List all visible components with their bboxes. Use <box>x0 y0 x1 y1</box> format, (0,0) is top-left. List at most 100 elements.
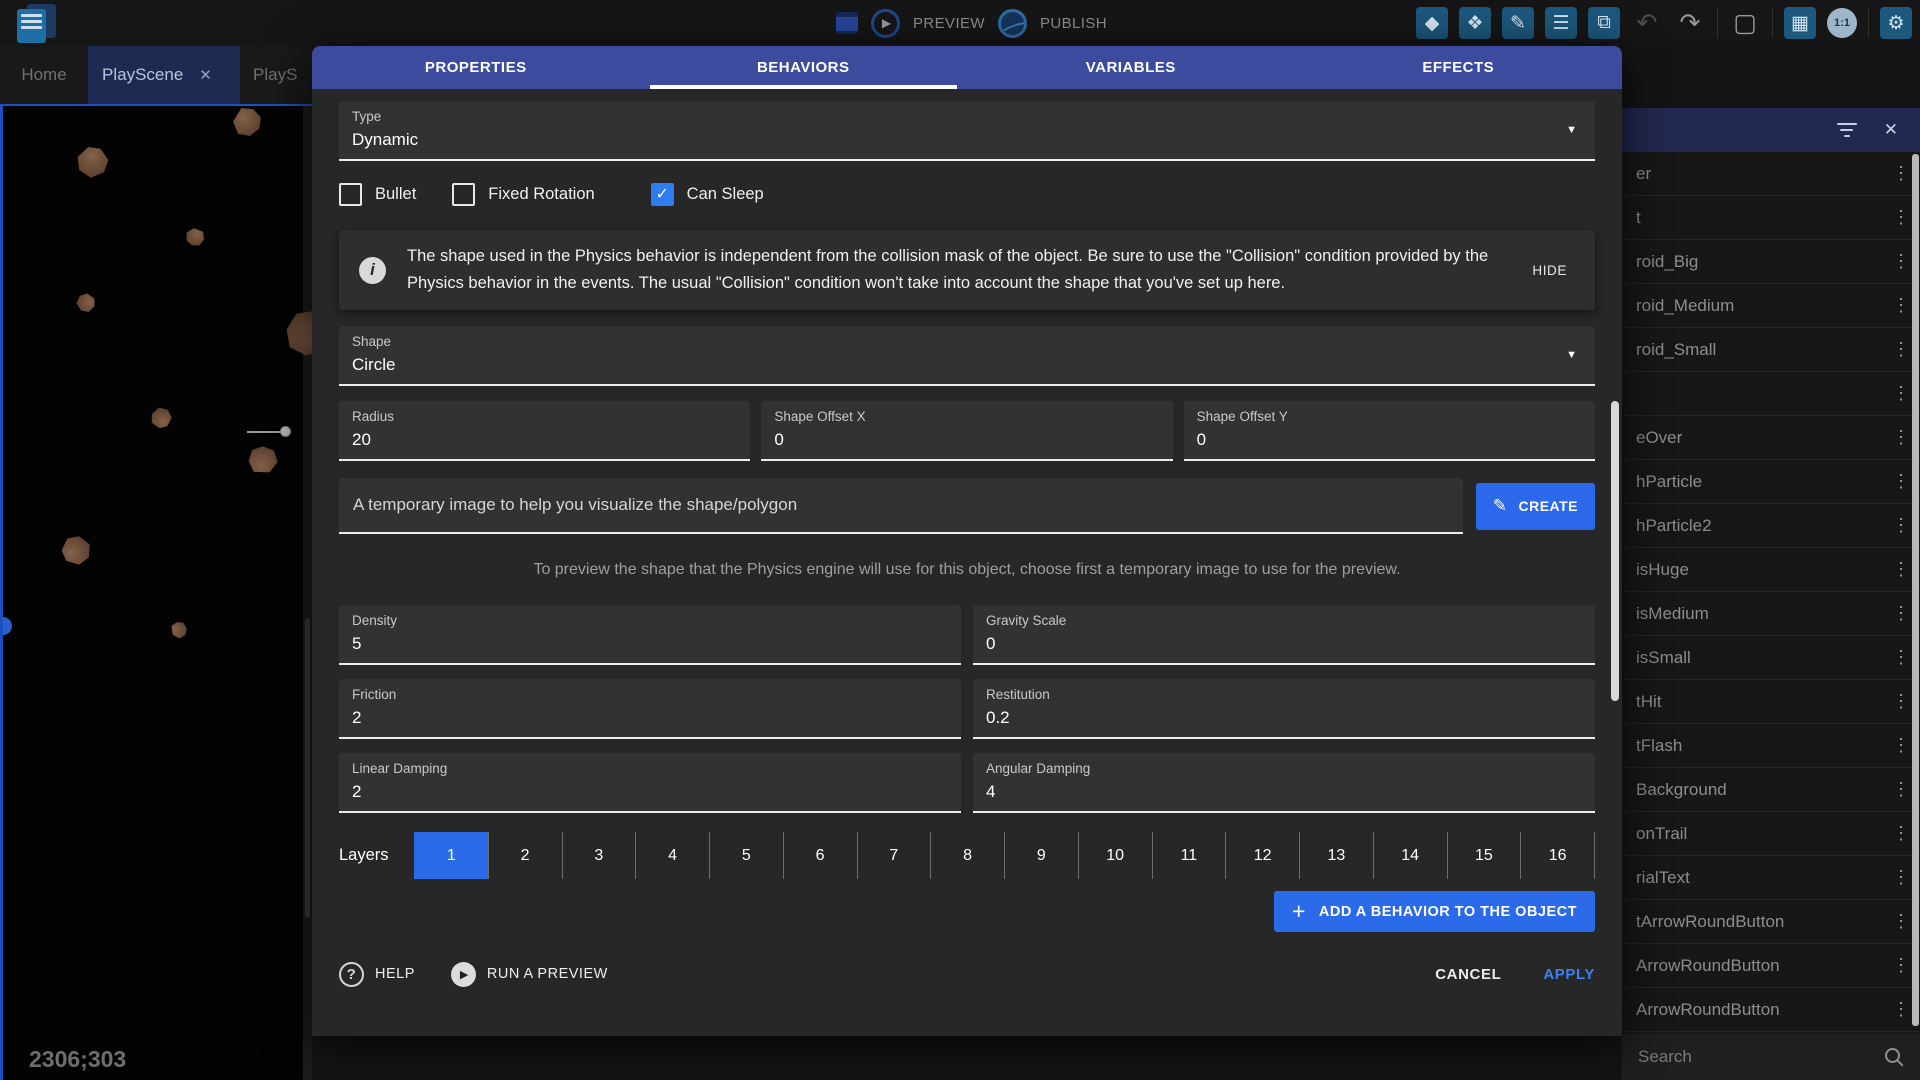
search-input[interactable] <box>1638 1047 1875 1067</box>
field-shape-offset-x[interactable]: Shape Offset X0 <box>761 401 1172 461</box>
layer-cell-14[interactable]: 14 <box>1373 832 1447 879</box>
object-list-item[interactable]: roid_Big⋮ <box>1622 240 1920 284</box>
layer-cell-2[interactable]: 2 <box>488 832 562 879</box>
menu-dots-icon[interactable]: ⋮ <box>1890 559 1912 580</box>
object-list-item[interactable]: isHuge⋮ <box>1622 548 1920 592</box>
shape-dropdown[interactable]: Shape Circle ▼ <box>339 326 1595 386</box>
object-list-item[interactable]: tHit⋮ <box>1622 680 1920 724</box>
asteroid-object[interactable] <box>148 405 174 431</box>
canvas-scrollbar-thumb[interactable] <box>305 618 310 918</box>
layer-cell-3[interactable]: 3 <box>562 832 636 879</box>
menu-dots-icon[interactable]: ⋮ <box>1890 295 1912 316</box>
layer-cell-9[interactable]: 9 <box>1004 832 1078 879</box>
object-list-item[interactable]: tFlash⋮ <box>1622 724 1920 768</box>
panel-scrollbar-thumb[interactable] <box>1912 154 1919 1026</box>
type-dropdown[interactable]: Type Dynamic ▼ <box>339 101 1595 161</box>
object-list-item[interactable]: isSmall⋮ <box>1622 636 1920 680</box>
field-density[interactable]: Density5 <box>339 605 961 665</box>
object-list-item[interactable]: roid_Medium⋮ <box>1622 284 1920 328</box>
dialog-tab-variables[interactable]: VARIABLES <box>967 46 1295 89</box>
dialog-scrollbar-thumb[interactable] <box>1611 401 1619 701</box>
menu-dots-icon[interactable]: ⋮ <box>1890 471 1912 492</box>
create-button[interactable]: ✎ CREATE <box>1476 483 1595 530</box>
temp-image-input[interactable] <box>339 478 1463 534</box>
object-list-item[interactable]: onTrail⋮ <box>1622 812 1920 856</box>
close-icon[interactable]: ✕ <box>1884 120 1898 140</box>
apply-button[interactable]: APPLY <box>1543 966 1595 983</box>
asteroid-object[interactable] <box>244 441 282 479</box>
field-angular-damping[interactable]: Angular Damping4 <box>973 753 1595 813</box>
layer-cell-8[interactable]: 8 <box>930 832 1004 879</box>
menu-dots-icon[interactable]: ⋮ <box>1890 911 1912 932</box>
menu-dots-icon[interactable]: ⋮ <box>1890 163 1912 184</box>
filter-icon[interactable] <box>1837 123 1857 137</box>
asteroid-object[interactable] <box>233 108 261 136</box>
scene-canvas[interactable]: 2306;303 <box>0 104 312 1080</box>
object-list-item[interactable]: eOver⋮ <box>1622 416 1920 460</box>
menu-dots-icon[interactable]: ⋮ <box>1890 207 1912 228</box>
object-list-item[interactable]: ArrowRoundButton⋮ <box>1622 944 1920 988</box>
object-list-item[interactable]: tArrowRoundButton⋮ <box>1622 900 1920 944</box>
object-list-item[interactable]: roid_Small⋮ <box>1622 328 1920 372</box>
menu-dots-icon[interactable]: ⋮ <box>1890 427 1912 448</box>
object-list-item[interactable]: t⋮ <box>1622 196 1920 240</box>
layer-cell-16[interactable]: 16 <box>1520 832 1595 879</box>
checkbox-fixed-rotation[interactable]: Fixed Rotation <box>452 183 594 206</box>
object-list-item[interactable]: er⋮ <box>1622 152 1920 196</box>
project-manager-icon[interactable] <box>14 3 60 45</box>
layer-cell-1[interactable]: 1 <box>414 832 488 879</box>
field-restitution[interactable]: Restitution0.2 <box>973 679 1595 739</box>
layer-cell-10[interactable]: 10 <box>1078 832 1152 879</box>
menu-dots-icon[interactable]: ⋮ <box>1890 691 1912 712</box>
checkbox-box[interactable]: ✓ <box>651 183 674 206</box>
field-radius[interactable]: Radius20 <box>339 401 750 461</box>
checkbox-can-sleep[interactable]: ✓Can Sleep <box>651 183 764 206</box>
asteroid-object[interactable] <box>60 534 92 566</box>
run-preview-button[interactable]: ▶ RUN A PREVIEW <box>451 962 608 987</box>
asteroid-object[interactable] <box>74 291 99 316</box>
publish-icon[interactable] <box>998 9 1027 38</box>
help-button[interactable]: ? HELP <box>339 962 415 987</box>
dialog-tab-behaviors[interactable]: BEHAVIORS <box>640 46 968 89</box>
tab-close-icon[interactable]: ✕ <box>199 66 212 84</box>
dialog-tab-effects[interactable]: EFFECTS <box>1295 46 1623 89</box>
layer-cell-4[interactable]: 4 <box>635 832 709 879</box>
redo-icon[interactable]: ↷ <box>1674 7 1706 39</box>
object-list-item[interactable]: isMedium⋮ <box>1622 592 1920 636</box>
objects-group-icon[interactable]: ❖ <box>1459 7 1491 39</box>
menu-dots-icon[interactable]: ⋮ <box>1890 999 1912 1020</box>
preferences-icon[interactable]: ⚙ <box>1880 7 1912 39</box>
undo-icon[interactable]: ↶ <box>1631 7 1663 39</box>
add-behavior-button[interactable]: + ADD A BEHAVIOR TO THE OBJECT <box>1274 891 1595 932</box>
field-friction[interactable]: Friction2 <box>339 679 961 739</box>
asteroid-object[interactable] <box>185 227 206 248</box>
checkbox-bullet[interactable]: Bullet <box>339 183 416 206</box>
zoom-1-1-icon[interactable]: 1:1 <box>1827 8 1857 38</box>
menu-dots-icon[interactable]: ⋮ <box>1890 383 1912 404</box>
preview-button[interactable]: PREVIEW <box>913 15 985 32</box>
layer-cell-11[interactable]: 11 <box>1152 832 1226 879</box>
object-list-item[interactable]: ArrowRoundButton⋮ <box>1622 988 1920 1032</box>
object-list-item[interactable]: hParticle⋮ <box>1622 460 1920 504</box>
menu-dots-icon[interactable]: ⋮ <box>1890 251 1912 272</box>
object-list-item[interactable]: hParticle2⋮ <box>1622 504 1920 548</box>
layer-cell-13[interactable]: 13 <box>1299 832 1373 879</box>
cancel-button[interactable]: CANCEL <box>1435 966 1501 983</box>
field-gravity-scale[interactable]: Gravity Scale0 <box>973 605 1595 665</box>
checkbox-box[interactable] <box>452 183 475 206</box>
object-list-item[interactable]: Background⋮ <box>1622 768 1920 812</box>
asteroid-object[interactable] <box>168 619 191 642</box>
properties-list-icon[interactable]: ☰ <box>1545 7 1577 39</box>
add-object-icon[interactable]: ◆ <box>1416 7 1448 39</box>
menu-dots-icon[interactable]: ⋮ <box>1890 339 1912 360</box>
layer-cell-5[interactable]: 5 <box>709 832 783 879</box>
menu-dots-icon[interactable]: ⋮ <box>1890 603 1912 624</box>
layer-cell-7[interactable]: 7 <box>857 832 931 879</box>
layer-cell-6[interactable]: 6 <box>783 832 857 879</box>
grid-icon[interactable]: ▦ <box>1784 7 1816 39</box>
field-shape-offset-y[interactable]: Shape Offset Y0 <box>1184 401 1595 461</box>
tab-playscene-2[interactable]: PlayS <box>240 46 312 104</box>
layer-cell-15[interactable]: 15 <box>1447 832 1521 879</box>
canvas-scrollbar[interactable] <box>303 106 312 1080</box>
measure-dot-handle[interactable] <box>280 426 291 437</box>
